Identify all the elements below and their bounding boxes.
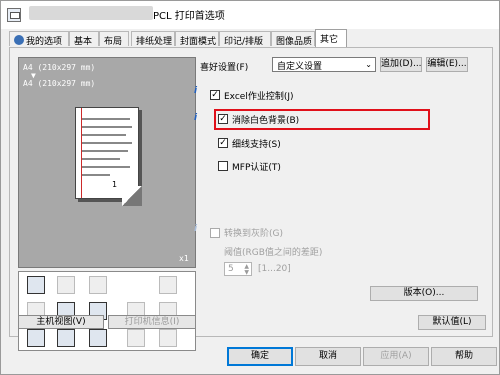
tab-quality[interactable]: 图像品质 xyxy=(271,31,315,47)
remove-white-bg-checkbox[interactable]: ✓ xyxy=(218,114,228,124)
ok-button[interactable]: 确定 xyxy=(227,347,293,366)
favorites-select[interactable]: 自定义设置 ⌄ xyxy=(272,57,376,72)
mfp-auth-checkbox[interactable] xyxy=(218,161,228,171)
tab-my-options[interactable]: 我的选项 xyxy=(9,31,69,47)
version-button[interactable]: 版本(O)... xyxy=(370,286,478,301)
tab-label: 排纸处理 xyxy=(136,37,173,47)
text-line xyxy=(82,134,126,136)
zoom-scale: x1 xyxy=(179,254,189,263)
copy-icon xyxy=(57,276,75,294)
tab-layout[interactable]: 布局 xyxy=(99,31,129,47)
window-title: PCL 打印首选项 xyxy=(153,11,225,22)
text-line xyxy=(82,166,130,168)
redacted-title-area xyxy=(29,6,153,20)
finishing-icon xyxy=(159,276,177,294)
spinner-arrows-icon: ▲ ▼ xyxy=(244,263,249,276)
output-icon xyxy=(159,329,177,347)
info-icon: i xyxy=(194,224,198,234)
threshold-stepper[interactable]: 5 ▲ ▼ xyxy=(224,262,252,276)
info-icon[interactable]: i xyxy=(194,113,208,123)
print-preferences-window: PCL 打印首选项 我的选项 基本 布局 排纸处理 封面模式 印记/排版 图像品… xyxy=(0,0,500,375)
text-line xyxy=(82,126,132,128)
text-line xyxy=(82,142,132,144)
document-icon xyxy=(89,276,107,294)
cancel-button[interactable]: 取消 xyxy=(295,347,361,366)
grayscale-checkbox[interactable] xyxy=(210,228,220,238)
tab-label: 布局 xyxy=(104,37,123,47)
tab-label: 我的选项 xyxy=(26,37,63,47)
paper-size-output: A4 (210x297 mm) xyxy=(23,79,96,88)
excel-job-control-label: Excel作业控制(J) xyxy=(224,92,294,102)
user-icon xyxy=(14,35,24,45)
tab-label: 图像品质 xyxy=(276,37,313,47)
main-view-button[interactable]: 主机视图(V) xyxy=(18,315,104,329)
favorites-label: 喜好设置(F) xyxy=(200,63,249,73)
print-job-icon xyxy=(27,276,45,294)
remove-white-bg-label: 消除白色背景(B) xyxy=(232,116,300,126)
info-icon[interactable]: i xyxy=(194,86,208,96)
tab-cover-mode[interactable]: 封面模式 xyxy=(175,31,219,47)
add-favorite-button[interactable]: 追加(D)... xyxy=(380,57,422,72)
tab-label: 印记/排版 xyxy=(224,37,264,47)
tab-label: 其它 xyxy=(320,35,339,45)
tab-label: 封面模式 xyxy=(180,37,217,47)
tab-stamp[interactable]: 印记/排版 xyxy=(219,31,271,47)
tab-other[interactable]: 其它 xyxy=(315,29,347,47)
grayscale-label: 转换到灰阶(G) xyxy=(224,229,283,239)
text-line xyxy=(82,150,128,152)
tab-content: A4 (210x297 mm) ▼ A4 (210x297 mm) 1 x1 主… xyxy=(9,47,493,351)
chevron-down-icon: ⌄ xyxy=(365,60,372,69)
threshold-label: 阈值(RGB值之间的差距) xyxy=(224,248,323,258)
tab-label: 基本 xyxy=(74,37,93,47)
page-preview: A4 (210x297 mm) ▼ A4 (210x297 mm) 1 x1 xyxy=(18,57,196,268)
tray-icon xyxy=(127,329,145,347)
restore-defaults-button[interactable]: 默认值(L) xyxy=(418,315,486,330)
printer-info-button[interactable]: 打印机信息(I) xyxy=(108,315,196,329)
edit-favorite-button[interactable]: 编辑(E)... xyxy=(426,57,468,72)
title-bar: PCL 打印首选项 xyxy=(1,1,499,29)
threshold-value: 5 xyxy=(228,264,234,274)
text-line xyxy=(82,174,110,176)
help-button[interactable]: 帮助 xyxy=(431,347,497,366)
favorites-selected-value: 自定义设置 xyxy=(277,62,323,72)
printer-icon xyxy=(7,8,21,22)
page-curl xyxy=(122,186,142,206)
tab-basic[interactable]: 基本 xyxy=(69,31,99,47)
excel-job-control-checkbox[interactable]: ✓ xyxy=(210,90,220,100)
account-icon xyxy=(89,329,107,347)
tab-finishing[interactable]: 排纸处理 xyxy=(131,31,175,47)
printer-function-icons xyxy=(18,271,196,351)
text-line xyxy=(82,118,130,120)
apply-button[interactable]: 应用(A) xyxy=(363,347,429,366)
text-line xyxy=(82,158,120,160)
thin-line-support-label: 细线支持(S) xyxy=(232,140,281,150)
margin-line xyxy=(81,108,82,198)
user-auth-icon xyxy=(57,329,75,347)
threshold-range: [1...20] xyxy=(258,264,291,274)
preview-page: 1 xyxy=(75,107,142,206)
thin-line-support-checkbox[interactable]: ✓ xyxy=(218,138,228,148)
page-number: 1 xyxy=(112,180,118,189)
booklet-icon xyxy=(27,329,45,347)
mfp-auth-label: MFP认证(T) xyxy=(232,163,281,173)
